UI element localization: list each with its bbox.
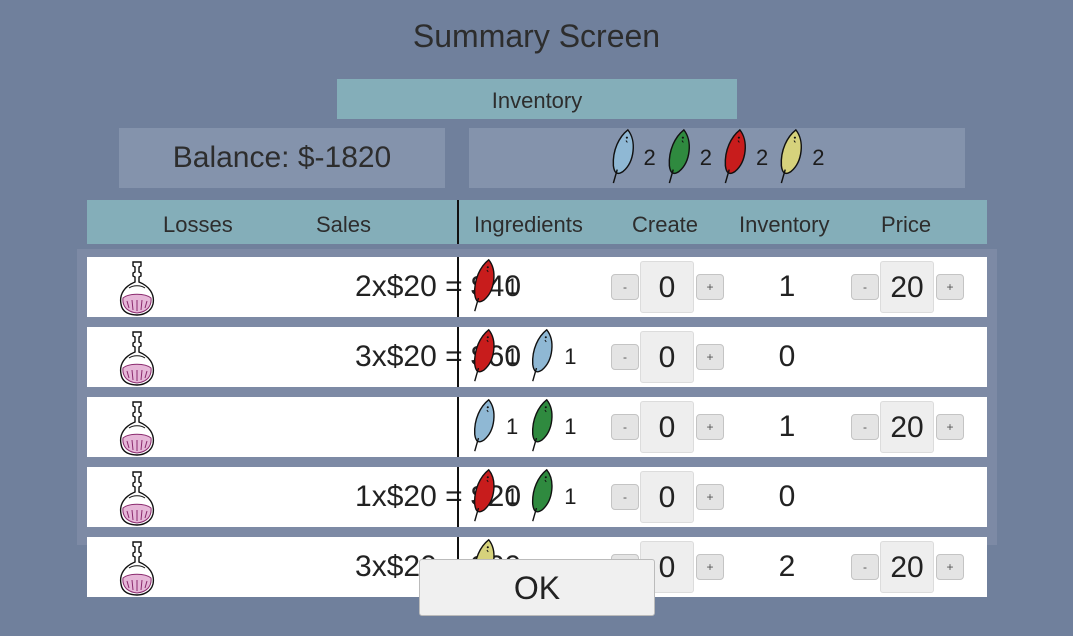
table-row: 3x$20 = $60 1 1-0 +0 — [87, 327, 987, 387]
ingredient: 1 — [530, 327, 582, 388]
create-quantity-field[interactable]: 0 — [640, 261, 694, 313]
inventory-count: 0 — [778, 340, 796, 373]
blue-leaf-icon — [610, 127, 638, 190]
price-field[interactable]: 20 — [880, 541, 934, 593]
column-ingredients: Ingredients — [474, 212, 583, 237]
price-increment-button[interactable]: + — [936, 274, 964, 300]
create-increment-button[interactable]: + — [696, 554, 724, 580]
column-create: Create — [632, 212, 699, 237]
ingredient-list: 11 — [472, 467, 583, 527]
price-decrement-button[interactable]: - — [851, 274, 879, 300]
ingredient: 1 — [472, 467, 524, 528]
potion-icon — [117, 260, 157, 321]
header-divider — [457, 200, 459, 244]
table-row: 1x$20 = $20 1 1-0 +0 — [87, 467, 987, 527]
stock-count: 2 — [756, 145, 769, 170]
stock-summary: 2 2 2 2 — [469, 128, 965, 188]
create-decrement-button[interactable]: - — [611, 484, 639, 510]
inventory-count: 2 — [778, 550, 796, 583]
create-increment-button[interactable]: + — [696, 344, 724, 370]
ingredient: 1 — [472, 327, 524, 388]
column-sales: Sales — [316, 212, 372, 237]
stock-item: 2 — [722, 127, 768, 190]
price-field[interactable]: 20 — [880, 401, 934, 453]
price-field[interactable]: 20 — [880, 261, 934, 313]
stock-count: 2 — [643, 145, 656, 170]
stock-count: 2 — [699, 145, 712, 170]
ingredient: 1 — [530, 397, 582, 458]
table-header: Losses Sales Ingredients Create Inventor… — [87, 200, 987, 244]
blue-leaf-icon — [472, 397, 498, 458]
ingredient: 1 — [530, 467, 582, 528]
balance-label: Balance: $-1820 — [172, 141, 392, 174]
ingredient: 1 — [472, 257, 524, 318]
green-leaf-icon — [530, 467, 556, 528]
ingredient-count: 1 — [506, 484, 519, 509]
ingredient-count: 1 — [564, 484, 577, 509]
create-decrement-button[interactable]: - — [611, 414, 639, 440]
potion-icon — [117, 540, 157, 601]
ingredient-count: 1 — [564, 344, 577, 369]
stock-count: 2 — [812, 145, 825, 170]
summary-panel: Summary Screen Inventory Balance: $-1820… — [0, 0, 1073, 636]
ingredient-count: 1 — [564, 414, 577, 439]
ingredient-list: 11 — [472, 397, 583, 457]
stock-item: 2 — [666, 127, 712, 190]
price-increment-button[interactable]: + — [936, 414, 964, 440]
column-divider — [457, 397, 459, 457]
create-quantity-field[interactable]: 0 — [640, 331, 694, 383]
column-inventory: Inventory — [739, 212, 830, 237]
potion-icon — [117, 470, 157, 531]
red-leaf-icon — [472, 257, 498, 318]
inventory-header: Inventory — [337, 79, 737, 119]
create-increment-button[interactable]: + — [696, 414, 724, 440]
red-leaf-icon — [472, 327, 498, 388]
column-losses: Losses — [163, 212, 233, 237]
price-decrement-button[interactable]: - — [851, 554, 879, 580]
stock-item: 2 — [610, 127, 656, 190]
ingredient: 1 — [472, 397, 524, 458]
column-divider — [457, 467, 459, 527]
yellow-leaf-icon — [778, 127, 806, 190]
ingredient-count: 1 — [506, 414, 519, 439]
ok-button[interactable]: OK — [419, 559, 655, 616]
table-row: 1 1-0 +1-20 + — [87, 397, 987, 457]
column-price: Price — [881, 212, 932, 237]
green-leaf-icon — [666, 127, 694, 190]
inventory-count: 0 — [778, 480, 796, 513]
inventory-count: 1 — [778, 270, 796, 303]
green-leaf-icon — [530, 397, 556, 458]
ingredient-count: 1 — [506, 344, 519, 369]
ingredient-list: 1 — [472, 257, 524, 317]
page-title: Summary Screen — [412, 18, 661, 54]
create-quantity-field[interactable]: 0 — [640, 401, 694, 453]
ingredient-list: 11 — [472, 327, 583, 387]
potion-icon — [117, 400, 157, 461]
price-increment-button[interactable]: + — [936, 554, 964, 580]
create-increment-button[interactable]: + — [696, 484, 724, 510]
red-leaf-icon — [722, 127, 750, 190]
create-decrement-button[interactable]: - — [611, 344, 639, 370]
inventory-count: 1 — [778, 410, 796, 443]
table-row: 2x$20 = $40 1-0 +1-20 + — [87, 257, 987, 317]
column-divider — [457, 257, 459, 317]
potion-icon — [117, 330, 157, 391]
balance-box: Balance: $-1820 — [119, 128, 445, 188]
price-decrement-button[interactable]: - — [851, 414, 879, 440]
red-leaf-icon — [472, 467, 498, 528]
create-decrement-button[interactable]: - — [611, 274, 639, 300]
ingredient-count: 1 — [506, 274, 519, 299]
stock-item: 2 — [778, 127, 825, 190]
blue-leaf-icon — [530, 327, 556, 388]
column-divider — [457, 327, 459, 387]
create-increment-button[interactable]: + — [696, 274, 724, 300]
create-quantity-field[interactable]: 0 — [640, 471, 694, 523]
